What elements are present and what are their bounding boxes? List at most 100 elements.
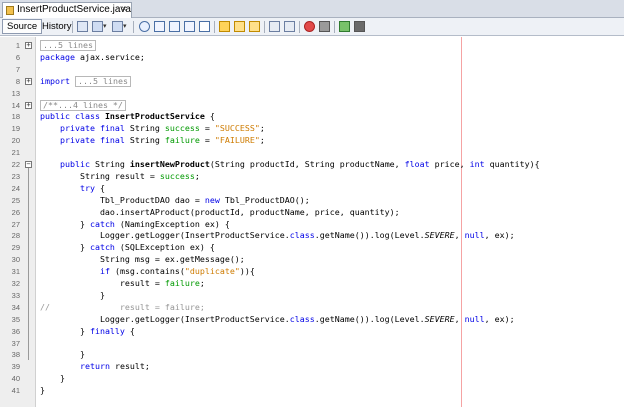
code-line[interactable]: 6 package ajax.service; — [0, 52, 624, 63]
code-line[interactable]: 18 public class InsertProductService { — [0, 111, 624, 122]
history-tab-button[interactable]: History — [38, 19, 76, 34]
code-line[interactable]: 23 String result = success; — [0, 171, 624, 182]
code-line[interactable]: 20 private final String failure = "FAILU… — [0, 135, 624, 146]
code-token: null — [464, 313, 485, 324]
code-token: catch — [89, 218, 115, 229]
code-token: ajax.service; — [74, 51, 145, 62]
code-line[interactable]: 19 private final String success = "SUCCE… — [0, 123, 624, 134]
code-line[interactable]: 35 Logger.getLogger(InsertProductService… — [0, 314, 624, 325]
code-line[interactable]: 14 + /**...4 lines */ — [0, 99, 624, 111]
code-line[interactable]: 33 } — [0, 290, 624, 301]
code-line[interactable]: 1 + ...5 lines — [0, 40, 624, 51]
code-token: insertNewProduct — [129, 159, 210, 169]
find-selection-icon[interactable] — [184, 21, 195, 32]
start-macro-icon[interactable] — [304, 21, 315, 32]
line-number: 26 — [11, 207, 20, 217]
code-editor[interactable]: 1 + ...5 lines 6 package ajax.service; 7 8 + imp… — [0, 37, 624, 407]
collapsed-block[interactable]: ...5 lines — [74, 75, 131, 87]
shift-left-icon[interactable] — [269, 21, 280, 32]
source-tab-button[interactable]: Source — [2, 19, 43, 34]
next-bookmark-icon[interactable] — [249, 21, 260, 32]
back-icon[interactable] — [92, 21, 103, 32]
code-line[interactable]: 24 try { — [0, 183, 624, 194]
code-line[interactable]: 21 — [0, 147, 624, 158]
code-line[interactable]: 7 — [0, 64, 624, 75]
code-line[interactable]: 22− public String insertNewProduct(Strin… — [0, 159, 624, 170]
expand-fold-icon[interactable]: + — [25, 77, 32, 85]
code-token: , — [454, 230, 465, 241]
code-token: = — [199, 123, 215, 134]
code-line[interactable]: 40 } — [0, 373, 624, 384]
code-line[interactable]: 8 + import ...5 lines — [0, 75, 624, 87]
code-token: .getName()).log(Level. — [314, 313, 425, 324]
find-next-icon[interactable] — [169, 21, 180, 32]
line-number: 32 — [11, 279, 20, 288]
code-text: String result = success; — [40, 171, 200, 182]
close-tab-icon[interactable]: × — [121, 3, 127, 17]
code-line[interactable]: 30 String msg = ex.getMessage(); — [0, 254, 624, 265]
code-token: price, — [429, 159, 470, 169]
code-text: } — [40, 290, 105, 301]
code-text: return result; — [40, 361, 150, 372]
comment-icon[interactable] — [339, 21, 350, 32]
expand-fold-icon[interactable]: + — [25, 101, 32, 109]
code-line[interactable]: 36 } finally { — [0, 326, 624, 337]
code-line[interactable]: 31 if (msg.contains("duplicate")){ — [0, 266, 624, 277]
code-token: int — [469, 159, 485, 169]
code-line[interactable]: 27 } catch (NamingException ex) { — [0, 219, 624, 230]
stop-macro-icon[interactable] — [319, 21, 330, 32]
code-token: private final — [59, 135, 130, 146]
code-line[interactable]: 41} — [0, 385, 624, 396]
code-text: } catch (NamingException ex) { — [40, 219, 230, 230]
code-token: SEVERE — [424, 313, 455, 324]
code-token: try — [79, 182, 95, 193]
code-token: // result = failure; — [40, 301, 205, 312]
code-token: failure — [164, 135, 200, 146]
forward-icon[interactable] — [112, 21, 123, 32]
toolbar-separator — [299, 21, 300, 33]
code-token: result; — [109, 361, 150, 372]
code-token: float — [404, 159, 430, 169]
code-token: new — [204, 194, 220, 205]
code-token: class — [289, 313, 315, 324]
find-previous-icon[interactable] — [154, 21, 165, 32]
code-line[interactable]: 26 dao.insertAProduct(productId, product… — [0, 207, 624, 218]
code-line[interactable]: 32 result = failure; — [0, 278, 624, 289]
collapse-fold-icon[interactable]: − — [25, 161, 32, 168]
line-number: 24 — [11, 183, 20, 193]
code-line[interactable]: 13 — [0, 88, 624, 99]
code-line[interactable]: 34 // result = failure; — [0, 302, 624, 313]
line-number: 25 — [11, 195, 20, 205]
line-number: 37 — [11, 338, 20, 348]
code-line[interactable]: 25 Tbl_ProductDAO dao = new Tbl_ProductD… — [0, 195, 624, 206]
code-token: String result = — [40, 170, 160, 181]
code-text: } — [40, 373, 65, 384]
toggle-bookmark-icon[interactable] — [219, 21, 230, 32]
shift-right-icon[interactable] — [284, 21, 295, 32]
find-icon[interactable] — [139, 21, 150, 32]
code-token: , — [454, 313, 465, 324]
code-line[interactable]: 38 } — [0, 349, 624, 360]
code-text: public class InsertProductService { — [40, 111, 215, 122]
uncomment-icon[interactable] — [354, 21, 365, 32]
expand-fold-icon[interactable]: + — [25, 42, 32, 49]
code-token: (msg.contains( — [109, 266, 185, 277]
code-token: "FAILURE" — [214, 135, 260, 146]
last-edit-icon[interactable] — [77, 21, 88, 32]
code-line[interactable]: 28 Logger.getLogger(InsertProductService… — [0, 230, 624, 241]
code-line[interactable]: 39 return result; — [0, 361, 624, 372]
dropdown-arrow-icon[interactable]: ▾ — [103, 21, 109, 32]
code-token: Tbl_ProductDAO dao = — [40, 194, 205, 205]
code-line[interactable]: 29 } catch (SQLException ex) { — [0, 242, 624, 253]
previous-bookmark-icon[interactable] — [234, 21, 245, 32]
code-line[interactable]: 37 — [0, 338, 624, 349]
file-tab[interactable]: InsertProductService.java × — [2, 2, 132, 18]
toolbar-separator — [214, 21, 215, 33]
collapsed-block[interactable]: ...5 lines — [40, 40, 96, 51]
code-token: success — [159, 170, 195, 181]
collapsed-block[interactable]: /**...4 lines */ — [40, 99, 126, 111]
dropdown-arrow-icon[interactable]: ▾ — [123, 21, 129, 32]
line-number: 13 — [11, 88, 20, 98]
toggle-highlight-icon[interactable] — [199, 21, 210, 32]
